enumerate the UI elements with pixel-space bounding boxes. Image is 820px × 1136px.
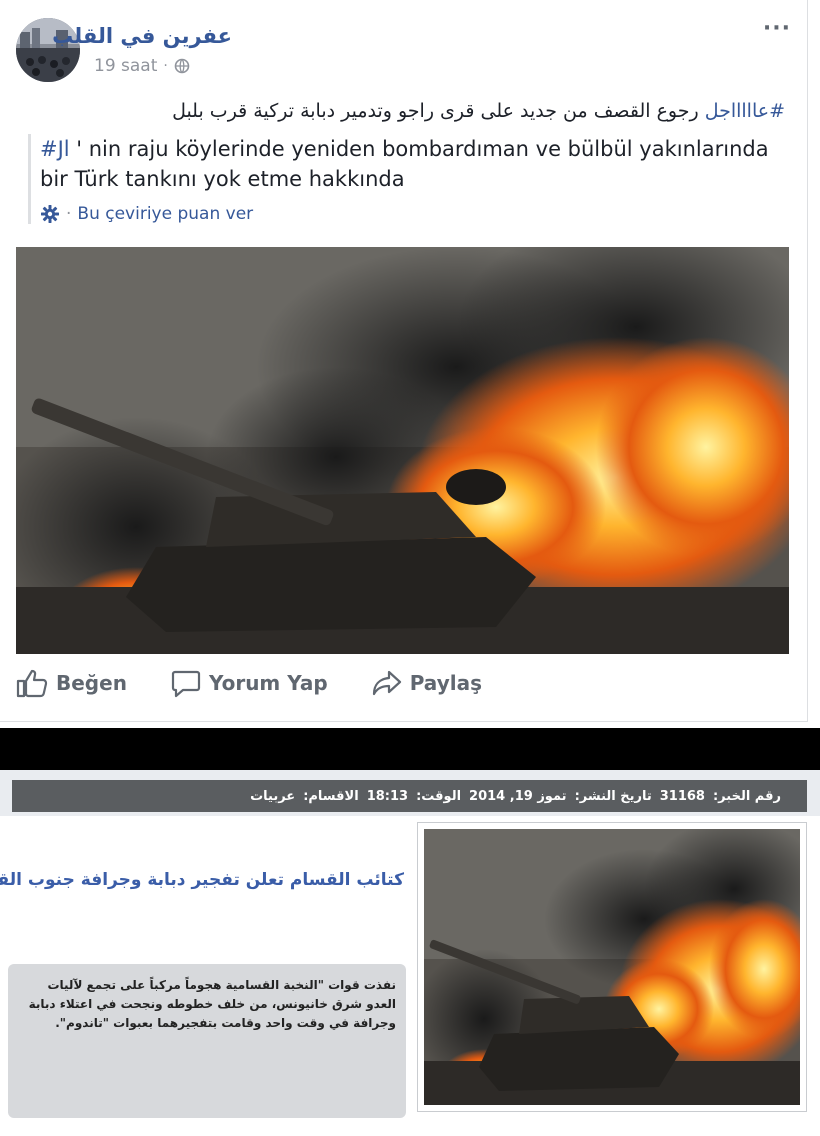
news-date-label: تاريخ النشر: xyxy=(574,788,652,804)
news-time-value: 18:13 xyxy=(366,788,409,804)
rate-translation-link[interactable]: Bu çeviriye puan ver xyxy=(77,204,253,224)
burning-tank-photo[interactable] xyxy=(16,247,789,654)
rate-translation-row: · Bu çeviriye puan ver xyxy=(40,204,788,224)
gear-icon[interactable] xyxy=(40,204,60,224)
post-hashtag-link[interactable]: #عاااااجل xyxy=(705,100,785,122)
meta-separator: · xyxy=(163,58,168,74)
news-date-value: تموز 19, 2014 xyxy=(469,788,567,804)
post-body-text: رجوع القصف من جديد على قرى راجو وتدمير د… xyxy=(172,100,705,122)
comment-label: Yorum Yap xyxy=(208,671,328,695)
share-button[interactable]: Paylaş xyxy=(372,668,482,698)
news-body-text: نفذت قوات "النخبة القسامية هجوماً مركباً… xyxy=(28,978,396,1030)
post-actions: Beğen Yorum Yap Paylaş xyxy=(16,668,526,698)
translation-block: #Jl ' nin raju köylerinde yeniden bombar… xyxy=(28,134,788,224)
comment-button[interactable]: Yorum Yap xyxy=(171,668,328,698)
facebook-post-card: عفرين في القلب 19 saat · ··· #عاااااجل ر… xyxy=(0,0,808,722)
globe-icon[interactable] xyxy=(174,58,190,74)
divider-band xyxy=(0,728,820,770)
translation-text: #Jl ' nin raju köylerinde yeniden bombar… xyxy=(40,134,788,194)
news-body-box: نفذت قوات "النخبة القسامية هجوماً مركباً… xyxy=(8,964,406,1118)
news-id-value: 31168 xyxy=(659,788,705,804)
like-label: Beğen xyxy=(56,671,127,695)
news-time-label: الوقت: xyxy=(416,788,462,804)
news-section-value: عربيات xyxy=(250,788,296,804)
thumbs-up-icon xyxy=(16,668,48,698)
share-label: Paylaş xyxy=(409,671,482,695)
news-headline[interactable]: كتائب القسام تعلن تفجير دبابة وجرافة جنو… xyxy=(0,870,404,890)
page-name-link[interactable]: عفرين في القلب xyxy=(52,24,232,48)
like-button[interactable]: Beğen xyxy=(16,668,127,698)
news-section-label: الاقسام: xyxy=(303,788,359,804)
more-options-icon[interactable]: ··· xyxy=(763,16,791,41)
news-id-label: رقم الخبر: xyxy=(712,788,781,804)
post-time-link[interactable]: 19 saat xyxy=(94,56,157,76)
share-icon xyxy=(372,668,402,698)
translation-body-text: ' nin raju köylerinde yeniden bombardıma… xyxy=(40,137,769,191)
post-text: #عاااااجل رجوع القصف من جديد على قرى راج… xyxy=(172,100,785,122)
comment-icon xyxy=(171,668,201,698)
rate-separator: · xyxy=(66,204,72,224)
news-meta-bar: رقم الخبر: 31168 تاريخ النشر: تموز 19, 2… xyxy=(12,780,807,812)
news-image-frame xyxy=(417,822,807,1112)
translation-hashtag-link[interactable]: #Jl xyxy=(40,137,70,161)
news-article-screenshot: رقم الخبر: 31168 تاريخ النشر: تموز 19, 2… xyxy=(0,770,820,1136)
news-tank-photo[interactable] xyxy=(424,829,800,1105)
post-meta: 19 saat · xyxy=(94,56,190,76)
